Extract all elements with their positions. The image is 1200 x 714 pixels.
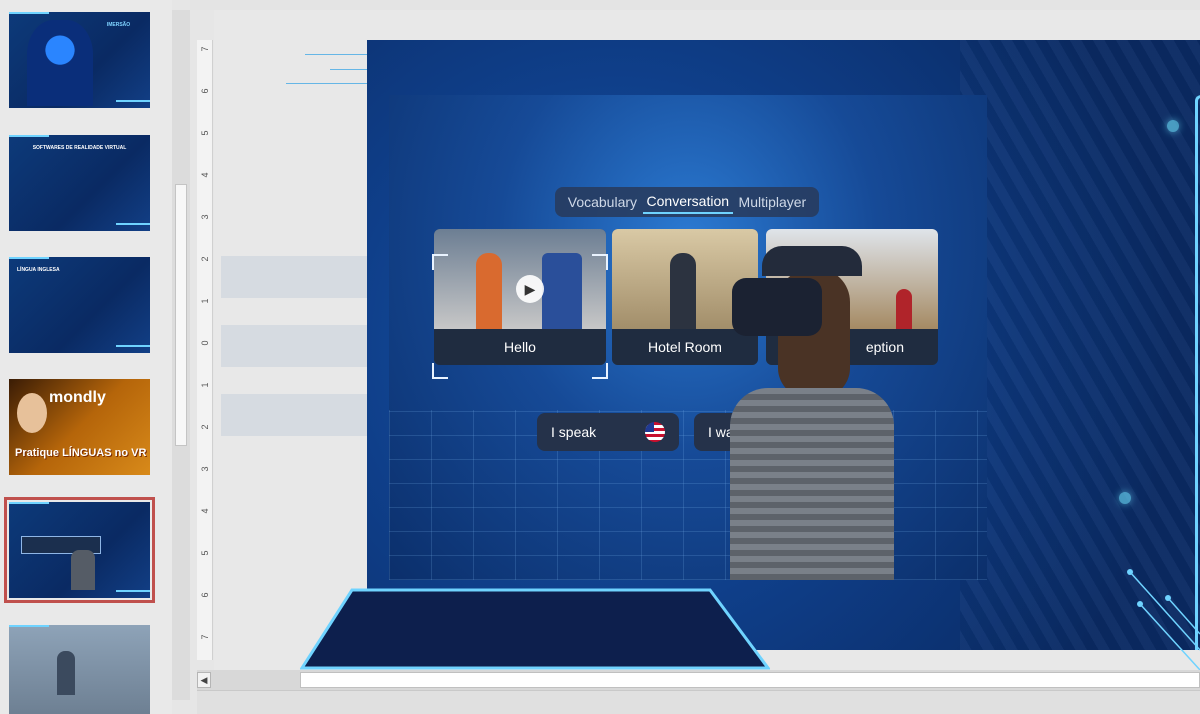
tab-vocabulary: Vocabulary bbox=[567, 194, 638, 210]
thumb-title: Pratique LÍNGUAS no VR bbox=[15, 447, 147, 459]
card-scene: ▶ bbox=[434, 229, 606, 329]
girl-with-vr-headset bbox=[722, 238, 912, 580]
glow-dot bbox=[1119, 492, 1131, 504]
slide-thumbnail-5-selected[interactable] bbox=[4, 497, 155, 603]
vr-headset bbox=[732, 278, 822, 336]
selection-bracket bbox=[432, 254, 448, 270]
thumb-deco-line bbox=[9, 12, 49, 14]
ruler-label: 1 bbox=[200, 382, 210, 388]
ruler-label: 3 bbox=[200, 214, 210, 220]
thumb-brand-logo: mondly bbox=[49, 389, 106, 406]
glow-dot bbox=[1167, 120, 1179, 132]
vr-tab-bar: Vocabulary Conversation Multiplayer bbox=[555, 187, 819, 217]
slide-thumbnail-pane: IMERSÃO SOFTWARES DE REALIDADE VIRTUAL L… bbox=[0, 0, 172, 714]
thumb-deco-line bbox=[9, 257, 49, 259]
corner-connector-lines bbox=[1127, 569, 1200, 670]
play-icon: ▶ bbox=[516, 275, 544, 303]
ruler-label: 5 bbox=[200, 130, 210, 136]
scroll-left-arrow-icon[interactable]: ◀ bbox=[197, 672, 211, 688]
slide-thumbnail-6[interactable] bbox=[9, 625, 150, 714]
ruler-label: 3 bbox=[200, 466, 210, 472]
slide-thumbnail-3[interactable]: LÍNGUA INGLESA bbox=[9, 257, 150, 353]
trapezoid-shape[interactable] bbox=[300, 588, 770, 670]
card-seat bbox=[542, 253, 582, 329]
thumb-deco-line bbox=[9, 502, 49, 504]
offslide-shape[interactable] bbox=[221, 394, 367, 436]
ruler-label: 7 bbox=[200, 46, 210, 52]
slide-thumbnail-4[interactable]: mondly Pratique LÍNGUAS no VR bbox=[9, 379, 150, 475]
thumb-deco-line bbox=[116, 100, 150, 102]
slide-canvas[interactable]: Vocabulary Conversation Multiplayer ▶ He… bbox=[367, 40, 1200, 650]
thumbnail-scroll-thumb[interactable] bbox=[175, 184, 187, 446]
thumb-mini-girl bbox=[71, 550, 95, 590]
vertical-ruler: 7 6 5 4 3 2 1 0 1 2 3 4 5 6 7 bbox=[197, 40, 213, 660]
thumbnail-scrollbar[interactable] bbox=[172, 10, 190, 700]
selection-bracket bbox=[592, 254, 608, 270]
card-caption: Hello bbox=[434, 329, 606, 365]
selection-bracket bbox=[592, 363, 608, 379]
scroll-thumb[interactable] bbox=[300, 672, 1200, 688]
status-bar bbox=[197, 690, 1200, 714]
thumb-title: IMERSÃO bbox=[106, 22, 131, 28]
thumb-vr-person-image bbox=[27, 20, 93, 106]
ruler-label: 0 bbox=[200, 340, 210, 346]
horizontal-scrollbar[interactable]: ◀ bbox=[197, 670, 1200, 690]
headset-strap bbox=[762, 246, 862, 276]
thumb-title: SOFTWARES DE REALIDADE VIRTUAL bbox=[32, 145, 127, 151]
ruler-label: 7 bbox=[200, 634, 210, 640]
thumb-avatar-face bbox=[17, 393, 47, 433]
tab-conversation: Conversation bbox=[642, 190, 734, 214]
hex-pattern bbox=[960, 40, 1200, 650]
thumb-deco-line bbox=[9, 135, 49, 137]
ruler-label: 6 bbox=[200, 88, 210, 94]
ruler-label: 2 bbox=[200, 256, 210, 262]
thumb-title: LÍNGUA INGLESA bbox=[17, 267, 60, 273]
ruler-label: 5 bbox=[200, 550, 210, 556]
offslide-shape[interactable] bbox=[221, 325, 367, 367]
thumb-deco-line bbox=[9, 625, 49, 627]
ruler-label: 2 bbox=[200, 424, 210, 430]
selection-bracket bbox=[432, 363, 448, 379]
us-flag-icon bbox=[645, 422, 665, 442]
ruler-label: 1 bbox=[200, 298, 210, 304]
top-strip bbox=[190, 0, 1200, 10]
offslide-shape[interactable] bbox=[221, 256, 367, 298]
thumb-deco-line bbox=[116, 223, 150, 225]
ruler-label: 4 bbox=[200, 508, 210, 514]
card-character bbox=[476, 253, 502, 329]
tab-multiplayer: Multiplayer bbox=[738, 194, 807, 210]
vr-card-hello: ▶ Hello bbox=[434, 229, 606, 365]
presentation-editor: IMERSÃO SOFTWARES DE REALIDADE VIRTUAL L… bbox=[0, 0, 1200, 714]
ruler-label: 6 bbox=[200, 592, 210, 598]
girl-striped-shirt bbox=[730, 388, 894, 580]
ruler-label: 4 bbox=[200, 172, 210, 178]
thumb-deco-line bbox=[116, 590, 150, 592]
slide-thumbnail-2[interactable]: SOFTWARES DE REALIDADE VIRTUAL bbox=[9, 135, 150, 231]
slide-thumbnail-1[interactable]: IMERSÃO bbox=[9, 12, 150, 108]
card-character bbox=[670, 253, 696, 329]
thumb-mini-girl bbox=[57, 651, 75, 695]
pill-label: I speak bbox=[551, 424, 597, 440]
phrase-pill-i-speak: I speak bbox=[537, 413, 679, 451]
thumb-deco-line bbox=[116, 345, 150, 347]
vr-photo[interactable]: Vocabulary Conversation Multiplayer ▶ He… bbox=[389, 95, 987, 580]
